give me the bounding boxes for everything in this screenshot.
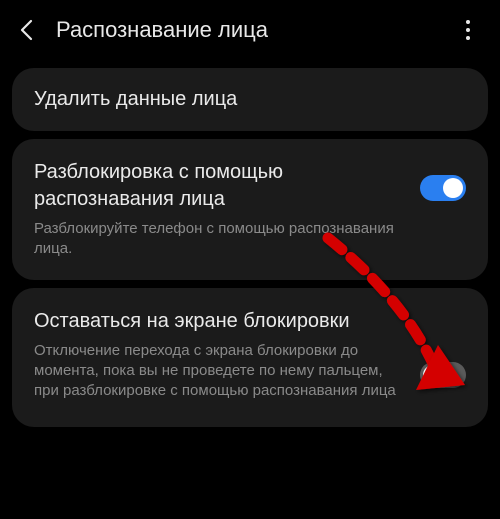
face-unlock-title: Разблокировка с помощью распознавания ли… (34, 159, 404, 213)
more-icon (466, 20, 470, 40)
back-button[interactable] (10, 14, 42, 46)
header: Распознавание лица (0, 0, 500, 60)
stay-on-lockscreen-text[interactable]: Оставаться на экране блокировки Отключен… (34, 308, 404, 402)
face-unlock-desc: Разблокируйте телефон с помощью распозна… (34, 219, 404, 260)
toggle-knob (443, 178, 463, 198)
stay-on-lockscreen-toggle[interactable] (420, 362, 466, 388)
stay-on-lockscreen-setting: Оставаться на экране блокировки Отключен… (12, 288, 488, 428)
delete-face-data-label: Удалить данные лица (34, 88, 466, 111)
face-unlock-toggle[interactable] (420, 175, 466, 201)
face-unlock-setting: Разблокировка с помощью распознавания ли… (12, 139, 488, 280)
toggle-knob (423, 365, 443, 385)
page-title: Распознавание лица (56, 17, 438, 43)
chevron-left-icon (19, 19, 33, 41)
face-unlock-text[interactable]: Разблокировка с помощью распознавания ли… (34, 159, 404, 260)
more-button[interactable] (452, 14, 484, 46)
stay-on-lockscreen-title: Оставаться на экране блокировки (34, 308, 404, 335)
stay-on-lockscreen-desc: Отключение перехода с экрана блокировки … (34, 341, 404, 402)
delete-face-data-card[interactable]: Удалить данные лица (12, 68, 488, 131)
